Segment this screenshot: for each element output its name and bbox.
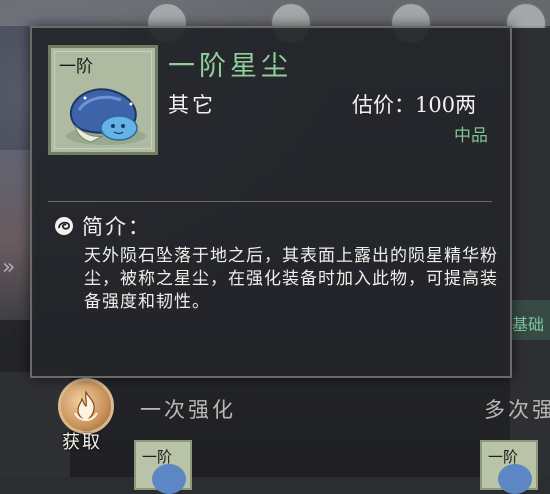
item-price: 估价：100两 [352, 89, 476, 119]
item-name: 一阶星尘 [168, 51, 292, 82]
acquire-button[interactable] [58, 378, 114, 434]
stardust-icon [152, 464, 186, 494]
price-label: 估价： [352, 93, 415, 117]
tab-once-enhance[interactable]: 一次强化 [140, 394, 236, 424]
expand-arrow-icon[interactable]: » [2, 255, 15, 280]
side-decoration [0, 150, 34, 320]
material-slot[interactable]: 一阶 [134, 440, 192, 494]
item-tier-label: 一阶 [59, 57, 93, 77]
tab-multi-enhance[interactable]: 多次强 [484, 394, 550, 424]
stardust-icon [66, 88, 146, 145]
flame-icon [74, 390, 98, 421]
item-grade: 中品 [454, 126, 488, 146]
material-slot[interactable]: 一阶 [480, 440, 538, 494]
acquire-label: 获取 [62, 432, 102, 453]
price-value: 100两 [415, 93, 477, 117]
intro-title: 简介： [82, 215, 151, 239]
stardust-icon [498, 464, 532, 494]
divider [48, 201, 492, 202]
item-icon-frame: 一阶 [48, 45, 158, 155]
intro-text: 天外陨石坠落于地之后，其表面上露出的陨星精华粉尘，被称之星尘，在强化装备时加入此… [84, 246, 498, 312]
swirl-icon [55, 217, 73, 235]
right-tab-label: 基础 [512, 315, 545, 334]
item-category: 其它 [168, 93, 216, 117]
